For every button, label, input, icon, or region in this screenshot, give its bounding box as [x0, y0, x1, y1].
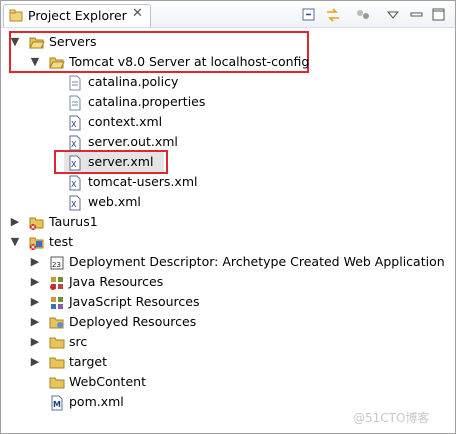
tree-item-target[interactable]: ▶ target	[1, 352, 201, 372]
tree-item-label: web.xml	[88, 194, 141, 209]
svg-text:23: 23	[52, 261, 61, 269]
tree-item-deployed-resources[interactable]: ▶ Deployed Resources	[1, 312, 221, 332]
tree-item-label: server.xml	[88, 154, 154, 169]
collapse-arrow-icon[interactable]: ▶	[29, 332, 41, 352]
tree-item-tomcat-config[interactable]: ▼ Tomcat v8.0 Server at localhost-config	[1, 52, 310, 72]
tree-item-taurus1[interactable]: ▶ Taurus1	[1, 212, 201, 232]
xml-file-icon: X	[69, 175, 81, 191]
tree-item-label: Servers	[49, 34, 97, 49]
tree-item-label: context.xml	[88, 114, 163, 129]
project-explorer-icon	[9, 9, 23, 22]
tree-item-servers[interactable]: ▼ Servers	[1, 32, 301, 52]
tree-item-label: WebContent	[69, 374, 146, 389]
collapse-arrow-icon[interactable]: ▶	[29, 292, 41, 312]
collapse-arrow-icon[interactable]: ▶	[29, 352, 41, 372]
tree-item-java-resources[interactable]: ▶ Java Resources	[1, 272, 221, 292]
xml-file-icon: X	[69, 195, 81, 211]
svg-text:X: X	[71, 200, 77, 209]
expand-arrow-icon[interactable]: ▼	[9, 232, 21, 252]
expand-arrow-icon[interactable]: ▼	[29, 52, 41, 72]
focus-icon[interactable]	[355, 7, 371, 23]
view-menu-icon[interactable]	[385, 7, 401, 23]
tree-item-src[interactable]: ▶ src	[1, 332, 201, 352]
tree-item-label: Deployment Descriptor: Archetype Created…	[69, 254, 445, 269]
tree-item-label: catalina.properties	[88, 94, 206, 109]
svg-text:M: M	[53, 400, 61, 409]
tree-item-label: JavaScript Resources	[69, 294, 200, 309]
tree-item-label: Deployed Resources	[69, 314, 197, 329]
minimize-icon[interactable]	[409, 7, 425, 23]
text-file-icon	[69, 75, 81, 91]
svg-text:X: X	[71, 180, 77, 189]
project-error-icon	[29, 217, 44, 230]
project-explorer-view: Project Explorer ✕ ▼ Servers ▼ Tomcat v8…	[0, 0, 456, 434]
xml-file-icon: X	[69, 115, 81, 131]
tree-item-label: Tomcat v8.0 Server at localhost-config	[69, 54, 310, 69]
collapse-arrow-icon[interactable]: ▶	[9, 212, 21, 232]
tree-item-file-tomcat-users-xml[interactable]: X tomcat-users.xml	[1, 172, 221, 192]
tree-item-deployment-descriptor[interactable]: ▶ 23 Deployment Descriptor: Archetype Cr…	[1, 252, 445, 272]
tab-label: Project Explorer	[28, 8, 127, 23]
deployment-descriptor-icon: 23	[50, 256, 64, 270]
open-folder-icon	[29, 37, 45, 49]
view-titlebar: Project Explorer ✕	[1, 1, 455, 28]
collapse-arrow-icon[interactable]: ▶	[29, 252, 41, 272]
tree-item-file-catalina-policy[interactable]: catalina.policy	[1, 72, 201, 92]
maven-pom-icon: M	[51, 395, 63, 411]
link-with-editor-icon[interactable]	[325, 7, 341, 23]
tree-item-file-context-xml[interactable]: X context.xml	[1, 112, 201, 132]
tree-item-label: Taurus1	[49, 214, 98, 229]
tree-item-pom-xml[interactable]: M pom.xml	[1, 392, 201, 412]
tree-item-javascript-resources[interactable]: ▶ JavaScript Resources	[1, 292, 221, 312]
tree-item-label: pom.xml	[69, 394, 124, 409]
folder-icon	[49, 337, 65, 349]
project-error-icon	[29, 237, 44, 250]
deployed-resources-icon	[49, 317, 64, 329]
tree-item-file-server-xml[interactable]: X server.xml	[1, 152, 201, 172]
tree-item-label: src	[69, 334, 88, 349]
collapse-all-icon[interactable]	[301, 7, 317, 23]
open-folder-icon	[49, 57, 65, 69]
expand-arrow-icon[interactable]: ▼	[9, 32, 21, 52]
svg-text:X: X	[71, 160, 77, 169]
java-resources-icon	[50, 277, 63, 290]
svg-text:X: X	[71, 140, 77, 149]
close-icon[interactable]: ✕	[132, 6, 143, 21]
tree-item-file-web-xml[interactable]: X web.xml	[1, 192, 201, 212]
tree-item-label: target	[69, 354, 108, 369]
tree-item-label: tomcat-users.xml	[88, 174, 198, 189]
folder-icon	[49, 357, 65, 369]
xml-file-icon: X	[69, 155, 81, 171]
collapse-arrow-icon[interactable]: ▶	[29, 312, 41, 332]
text-file-icon	[69, 95, 81, 111]
tree-item-file-server-out-xml[interactable]: X server.out.xml	[1, 132, 201, 152]
collapse-arrow-icon[interactable]: ▶	[29, 272, 41, 292]
tree-item-webcontent[interactable]: WebContent	[1, 372, 201, 392]
tree-item-label: Java Resources	[69, 274, 164, 289]
tree-item-label: catalina.policy	[88, 74, 179, 89]
svg-text:X: X	[71, 120, 77, 129]
maximize-icon[interactable]	[431, 7, 447, 23]
tree-item-label: server.out.xml	[88, 134, 178, 149]
folder-icon	[49, 377, 65, 389]
tree-item-file-catalina-properties[interactable]: catalina.properties	[1, 92, 221, 112]
javascript-resources-icon	[51, 297, 63, 309]
tree-item-label: test	[49, 234, 74, 249]
xml-file-icon: X	[69, 135, 81, 151]
tree-item-test[interactable]: ▼ test	[1, 232, 201, 252]
tab-project-explorer[interactable]: Project Explorer ✕	[3, 4, 151, 27]
watermark: @51CTO博客	[353, 411, 430, 425]
